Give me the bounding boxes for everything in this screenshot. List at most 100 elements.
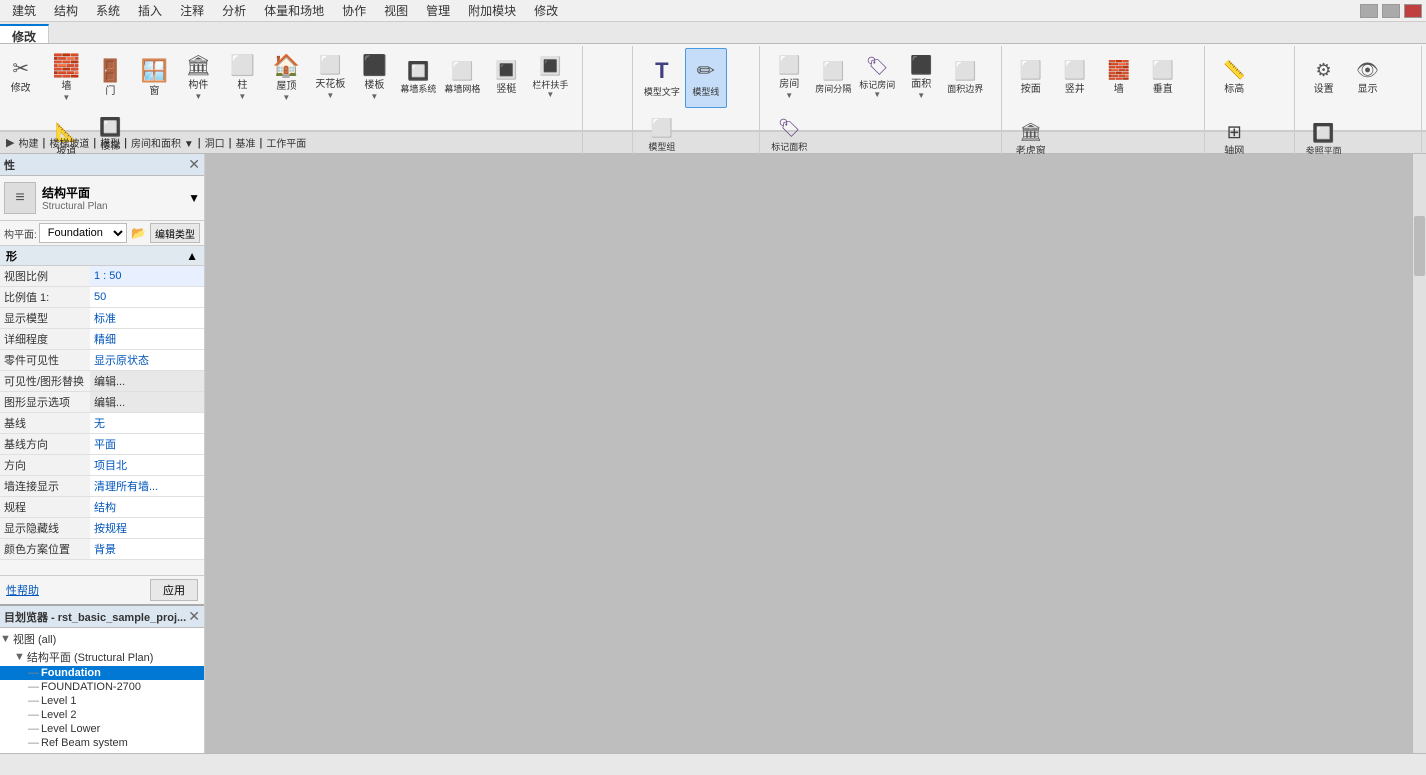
prop-value: 结构 <box>90 497 204 518</box>
btn-window[interactable]: 🪟 窗 <box>133 48 175 108</box>
prop-value: 精细 <box>90 329 204 350</box>
tree-item[interactable]: — Ref Beam system <box>0 736 204 750</box>
menu-tiliangchangdi[interactable]: 体量和场地 <box>256 0 332 21</box>
btn-wall[interactable]: 🧱 墙 ▼ <box>45 48 87 108</box>
view-control-text6: 基准 <box>235 135 255 150</box>
prop-label: 图形显示选项 <box>0 392 90 413</box>
prop-label: 详细程度 <box>0 329 90 350</box>
prop-value[interactable]: 1 : 50 <box>90 266 204 287</box>
prop-type-selector[interactable]: Foundation <box>39 223 127 243</box>
tree-item[interactable]: ▼ 结构平面 (Structural Plan) <box>0 648 204 666</box>
btn-level[interactable]: 📏 标高 <box>1213 48 1255 108</box>
btn-curtain-sys[interactable]: 🔲 幕墙系统 <box>397 48 439 108</box>
btn-model-line[interactable]: ✏ 模型线 <box>685 48 727 108</box>
menu-hezuo[interactable]: 协作 <box>334 0 374 21</box>
btn-floor[interactable]: ⬛ 楼板 ▼ <box>353 48 395 108</box>
menu-jianzhu[interactable]: 建筑 <box>4 0 44 21</box>
menu-jiegou[interactable]: 结构 <box>46 0 86 21</box>
tree-item[interactable]: — Level 1 <box>0 694 204 708</box>
btn-ceiling[interactable]: ⬜ 天花板 ▼ <box>309 48 351 108</box>
menu-shitu[interactable]: 视图 <box>376 0 416 21</box>
vertical-icon: 🔳 <box>495 60 517 82</box>
btn-vertical-opening[interactable]: ⬜ 垂直 <box>1142 48 1184 108</box>
room-sep-icon: ⬜ <box>822 61 844 83</box>
v-scrollbar[interactable] <box>1412 154 1426 775</box>
btn-area-border[interactable]: ⬜ 面积边界 <box>944 48 986 108</box>
btn-shaft[interactable]: ⬜ 竖井 <box>1054 48 1096 108</box>
btn-room-sep[interactable]: ⬜ 房间分隔 <box>812 48 854 108</box>
properties-panel: 性 ✕ ≡ 结构平面 Structural Plan ▼ 构平面: Founda… <box>0 154 204 605</box>
tree-item-icon: — <box>28 709 39 721</box>
tree-item[interactable]: — Level Lower <box>0 722 204 736</box>
tree-item[interactable]: ▼ 视图 (all) <box>0 630 204 648</box>
btn-component[interactable]: 🏛 构件 ▼ <box>177 48 219 108</box>
window-restore[interactable] <box>1382 4 1400 18</box>
btn-wall-opening[interactable]: 🧱 墙 <box>1098 48 1140 108</box>
prop-label: 规程 <box>0 497 90 518</box>
btn-roof[interactable]: 🏠 屋顶 ▼ <box>265 48 307 108</box>
menu-zhushi[interactable]: 注释 <box>172 0 212 21</box>
prop-value: 背景 <box>90 539 204 560</box>
group-goujian-items: 🧱 墙 ▼ 🚪 门 🪟 窗 🏛 构件 ▼ ⬜ <box>45 48 576 170</box>
prop-value[interactable]: 编辑... <box>90 371 204 392</box>
btn-model-text[interactable]: T 模型文字 <box>641 48 683 108</box>
model-group-icon: ⬜ <box>651 118 673 140</box>
menu-xitong[interactable]: 系统 <box>88 0 128 21</box>
table-row: 规程结构 <box>0 497 204 518</box>
area-border-icon: ⬜ <box>954 61 976 83</box>
menu-fenxi[interactable]: 分析 <box>214 0 254 21</box>
menu-charu[interactable]: 插入 <box>130 0 170 21</box>
btn-handrail[interactable]: 🔳 栏杆扶手 ▼ <box>529 48 571 108</box>
prop-value[interactable]: 编辑... <box>90 392 204 413</box>
menu-guanli[interactable]: 管理 <box>418 0 458 21</box>
btn-area[interactable]: ⬛ 面积 ▼ <box>900 48 942 108</box>
prop-label: 基线方向 <box>0 434 90 455</box>
browser-panel-header: 目划览器 - rst_basic_sample_proj... ✕ <box>0 606 204 628</box>
prop-apply-btn[interactable]: 应用 <box>150 579 198 601</box>
ribbon-tabs: 修改 <box>0 22 1426 44</box>
btn-door[interactable]: 🚪 门 <box>89 48 131 108</box>
btn-tag-room[interactable]: 🏷 标记房间 ▼ <box>856 48 898 108</box>
view-control-text7: 工作平面 <box>266 135 306 150</box>
tab-xiugai[interactable]: 修改 <box>0 24 49 43</box>
tree-item-icon: — <box>28 737 39 749</box>
properties-panel-close[interactable]: ✕ <box>188 156 200 173</box>
btn-vertical[interactable]: 🔳 竖梃 <box>485 48 527 108</box>
table-row: 颜色方案位置背景 <box>0 539 204 560</box>
wall-opening-icon: 🧱 <box>1108 60 1130 82</box>
tree-item-icon: — <box>28 723 39 735</box>
window-minimize[interactable] <box>1360 4 1378 18</box>
tree-item-label: Foundation <box>41 667 101 679</box>
canvas-area[interactable] <box>205 154 1426 775</box>
btn-by-face[interactable]: ⬜ 按面 <box>1010 48 1052 108</box>
prop-browse-btn[interactable]: 📂 <box>131 226 146 240</box>
prop-scroll[interactable]: 视图比例1 : 50比例值 1:50显示模型标准详细程度精细零件可见性显示原状态… <box>0 266 204 575</box>
tree-item-icon: ▼ <box>14 651 25 663</box>
prop-edit-type-btn[interactable]: 编辑类型 <box>150 223 200 243</box>
prop-type-dropdown[interactable]: ▼ <box>188 191 200 205</box>
prop-type-sub: Structural Plan <box>42 201 108 212</box>
prop-label: 显示模型 <box>0 308 90 329</box>
tree-item[interactable]: — Foundation <box>0 666 204 680</box>
tree-item[interactable]: — Level 2 <box>0 708 204 722</box>
btn-column[interactable]: ⬜ 柱 ▼ <box>221 48 263 108</box>
prop-help-link[interactable]: 性帮助 <box>6 582 39 598</box>
menu-fujia[interactable]: 附加模块 <box>460 0 524 21</box>
tree-item-label: Level Lower <box>41 723 100 735</box>
v-scrollbar-thumb[interactable] <box>1414 216 1425 276</box>
window-close[interactable] <box>1404 4 1422 18</box>
prop-value: 清理所有墙... <box>90 476 204 497</box>
modify-btn[interactable]: ✂ 修改 <box>4 46 37 106</box>
btn-set[interactable]: ⚙ 设置 <box>1303 48 1345 108</box>
btn-room[interactable]: ⬜ 房间 ▼ <box>768 48 810 108</box>
tree-item[interactable]: — FOUNDATION-2700 <box>0 680 204 694</box>
btn-show[interactable]: 👁 显示 <box>1347 48 1389 108</box>
menu-xiugai[interactable]: 修改 <box>526 0 566 21</box>
prop-label: 颜色方案位置 <box>0 539 90 560</box>
browser-panel-close[interactable]: ✕ <box>188 608 200 625</box>
btn-curtain-grid[interactable]: ⬜ 幕墙网格 <box>441 48 483 108</box>
prop-value: 按规程 <box>90 518 204 539</box>
prop-table: 视图比例1 : 50比例值 1:50显示模型标准详细程度精细零件可见性显示原状态… <box>0 266 204 560</box>
prop-help-row: 性帮助 应用 <box>0 575 204 604</box>
prop-section-header[interactable]: 形 ▲ <box>0 246 204 266</box>
